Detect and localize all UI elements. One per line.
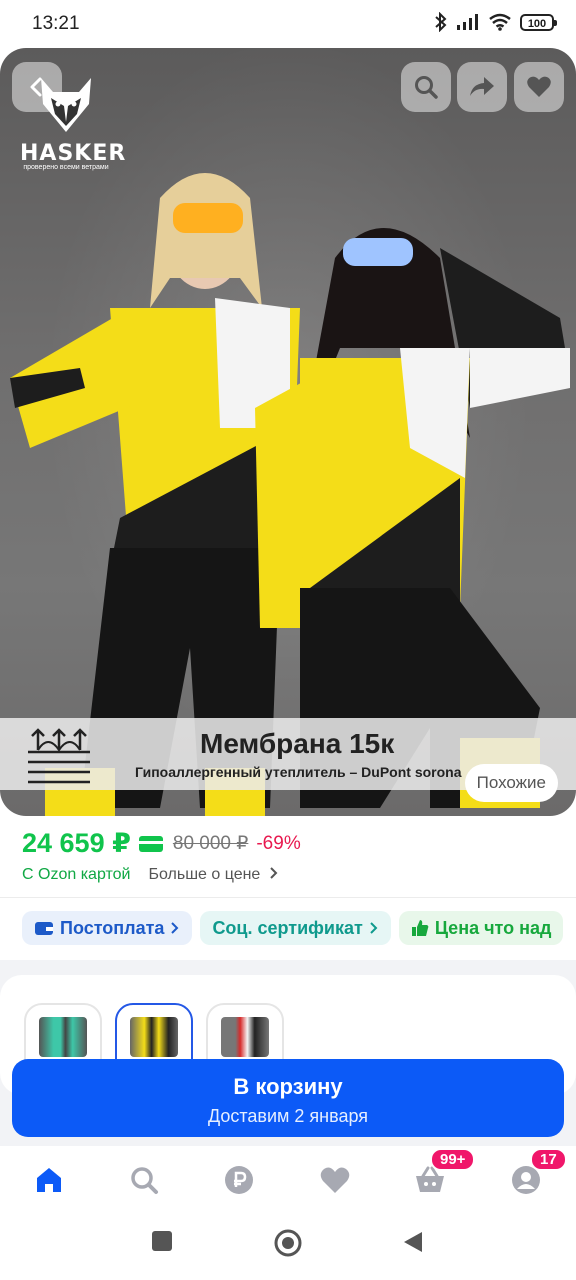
heart-icon xyxy=(320,1167,350,1193)
chip-price-guarantee[interactable]: Цена что над xyxy=(398,911,564,945)
brand-tagline: проверено всеми ветрами xyxy=(23,164,109,171)
membrane-icon xyxy=(28,728,90,784)
banner-title: Мембрана 15к xyxy=(200,728,395,759)
add-to-cart-button[interactable]: В корзину Доставим 2 января xyxy=(12,1059,564,1137)
system-nav xyxy=(0,1210,576,1280)
thumbs-up-icon xyxy=(411,920,429,936)
price-details: С Ozon картой Больше о цене xyxy=(22,866,279,884)
bottom-nav: 99+ 17 xyxy=(0,1146,576,1210)
back-system-button[interactable] xyxy=(402,1230,424,1259)
chip-postpay-label: Постоплата xyxy=(60,917,165,938)
variant-thumb xyxy=(130,1017,178,1057)
divider xyxy=(0,897,576,898)
husky-logo-icon xyxy=(41,78,91,132)
feature-chips: Постоплата Соц. сертификат Цена что над xyxy=(22,911,564,945)
home-system-button[interactable] xyxy=(273,1228,303,1263)
nav-search[interactable] xyxy=(126,1162,162,1198)
search-button[interactable] xyxy=(401,62,451,112)
circle-icon xyxy=(274,1229,302,1257)
wallet-icon xyxy=(35,922,53,935)
variant-thumb xyxy=(221,1017,269,1057)
recents-button[interactable] xyxy=(151,1230,173,1257)
more-price-link[interactable]: Больше о цене xyxy=(148,866,278,884)
current-price: 24 659 ₽ xyxy=(22,828,131,858)
chip-postpay[interactable]: Постоплата xyxy=(22,911,193,945)
brand-name: HASKER xyxy=(20,141,127,166)
home-icon xyxy=(37,1168,61,1192)
battery-icon: 100 xyxy=(520,13,557,31)
triangle-back-icon xyxy=(404,1232,422,1252)
nav-cart[interactable]: 99+ xyxy=(412,1148,476,1198)
more-price-label: Больше о цене xyxy=(148,866,261,883)
profile-badge: 17 xyxy=(530,1148,567,1171)
product-image[interactable]: HASKER проверено всеми ветрами Мембрана … xyxy=(0,48,576,816)
nav-profile[interactable]: 17 xyxy=(508,1148,567,1198)
chevron-right-icon xyxy=(370,922,378,934)
chip-price-guarantee-label: Цена что над xyxy=(434,917,552,938)
delivery-date: Доставим 2 января xyxy=(207,1106,369,1126)
heart-icon xyxy=(527,76,551,97)
nav-favorites[interactable] xyxy=(317,1162,353,1198)
ruble-icon xyxy=(225,1166,253,1194)
price-row: 24 659 ₽ 80 000 ₽ -69% xyxy=(22,828,301,859)
share-icon xyxy=(470,77,494,96)
old-price: 80 000 ₽ xyxy=(172,833,249,854)
card-icon xyxy=(138,835,163,852)
cart-button-label: В корзину xyxy=(233,1074,343,1099)
status-bar: 13:21 100 xyxy=(0,0,576,48)
chip-social-certificate-label: Соц. сертификат xyxy=(212,917,363,938)
nav-home[interactable] xyxy=(31,1162,67,1198)
banner-subtitle: Гипоаллергенный утеплитель – DuPont soro… xyxy=(135,764,462,780)
bluetooth-icon xyxy=(435,12,447,32)
chevron-right-icon xyxy=(171,922,179,934)
ozon-card-label: С Ozon картой xyxy=(22,866,131,883)
chip-social-certificate[interactable]: Соц. сертификат xyxy=(200,911,391,945)
cart-badge: 99+ xyxy=(430,1148,476,1171)
status-icons: 100 xyxy=(434,12,557,32)
status-time: 13:21 xyxy=(32,13,80,34)
nav-payments[interactable] xyxy=(221,1162,257,1198)
signal-icon xyxy=(457,14,478,30)
brand-logo: HASKER проверено всеми ветрами xyxy=(20,74,127,171)
search-icon xyxy=(131,1167,158,1194)
square-icon xyxy=(152,1231,172,1251)
chevron-right-icon xyxy=(270,867,278,879)
wifi-icon xyxy=(489,13,511,31)
discount-badge: -69% xyxy=(256,832,301,854)
similar-button[interactable]: Похожие xyxy=(464,764,558,802)
share-button[interactable] xyxy=(457,62,507,112)
variant-thumb xyxy=(39,1017,87,1057)
favorite-button[interactable] xyxy=(514,62,564,112)
search-icon xyxy=(415,76,438,99)
